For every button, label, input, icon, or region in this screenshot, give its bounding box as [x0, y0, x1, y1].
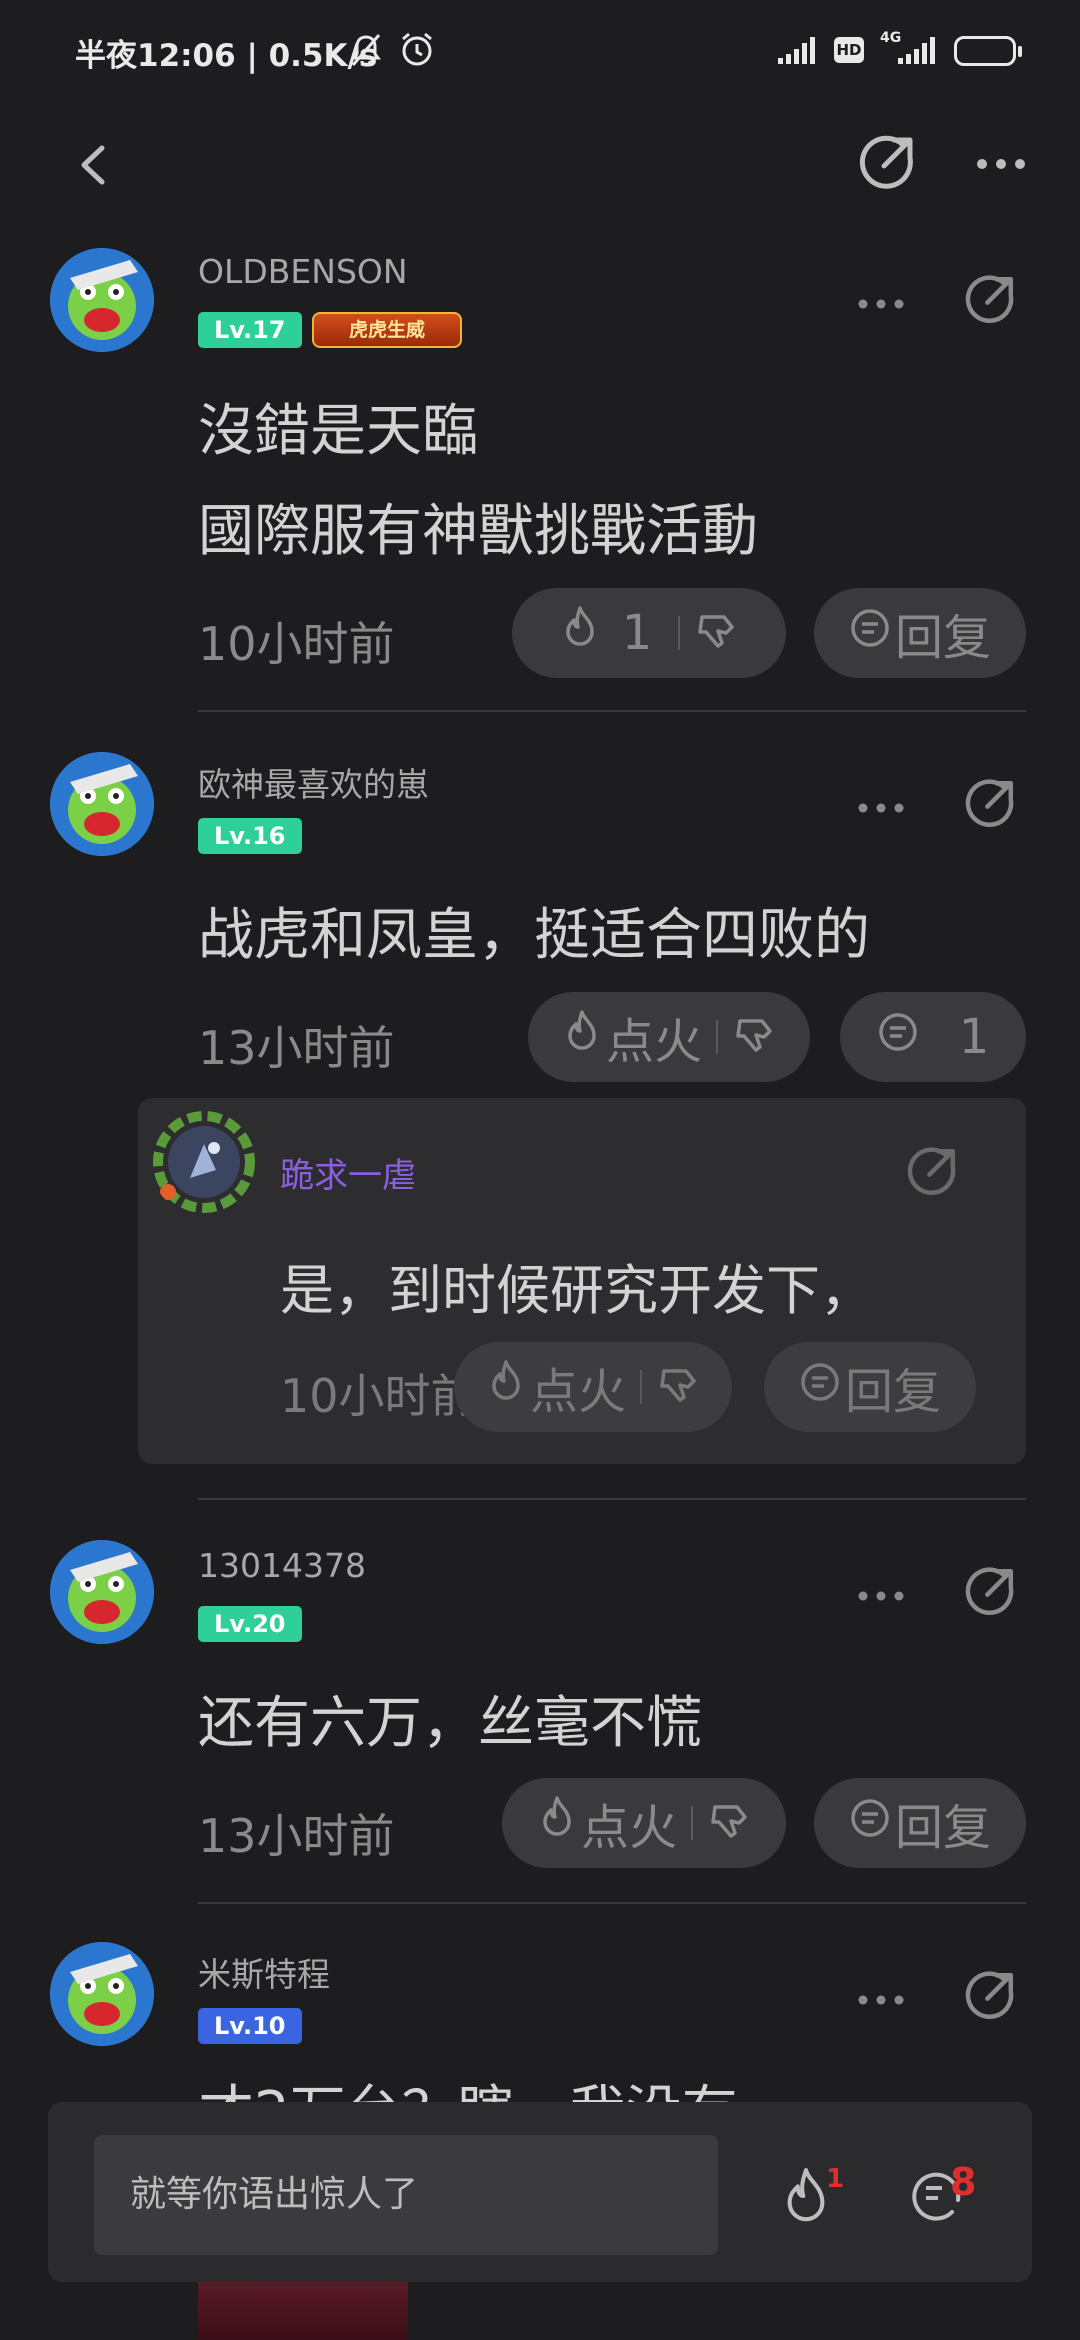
avatar[interactable] — [50, 248, 154, 352]
avatar[interactable] — [50, 1942, 154, 2046]
share-icon[interactable] — [964, 776, 1018, 834]
battery-percent: 85 — [973, 38, 997, 58]
hd-indicator: HD — [834, 37, 864, 63]
share-icon[interactable] — [964, 1968, 1018, 2026]
divider — [198, 1902, 1026, 1904]
alarm-icon — [398, 30, 436, 72]
comment-input[interactable]: 就等你语出惊人了 — [94, 2135, 718, 2255]
bell-muted-icon — [348, 32, 384, 72]
divider — [198, 710, 1026, 712]
fire-count: 1 — [621, 605, 653, 661]
flame-icon — [560, 605, 600, 661]
level-badge: Lv.16 — [198, 818, 302, 854]
reply-label: 回复 — [894, 1800, 991, 1856]
comment-bubble-icon — [799, 1359, 841, 1415]
flame-icon — [537, 1795, 577, 1851]
share-icon[interactable] — [906, 1144, 960, 1202]
more-dots-icon[interactable] — [976, 155, 1026, 174]
comment-text: 还有六万，丝毫不慌 — [198, 1691, 702, 1756]
reply-label: 回复 — [844, 1364, 941, 1420]
fire-button[interactable]: 1 — [512, 588, 786, 678]
nested-reply: 跪求一虐 是，到时候研究开发下， 10小时前 点火 回复 — [138, 1098, 1026, 1464]
fire-button[interactable]: 点火 — [528, 992, 810, 1082]
level-badge: Lv.10 — [198, 2008, 302, 2044]
reply-button[interactable]: 1 — [840, 992, 1026, 1082]
share-icon[interactable] — [964, 1564, 1018, 1622]
reply-button[interactable]: 回复 — [814, 1778, 1026, 1868]
reply-total-count: 8 — [950, 2160, 977, 2204]
avatar[interactable] — [150, 1108, 258, 1216]
thumbs-down-icon[interactable] — [732, 1009, 776, 1065]
thumbs-down-icon[interactable] — [694, 605, 738, 661]
fire-label: 点火 — [529, 1364, 626, 1420]
more-dots-icon[interactable] — [858, 294, 904, 313]
avatar[interactable] — [50, 752, 154, 856]
reply-button[interactable]: 回复 — [814, 588, 1026, 678]
top-nav-bar — [0, 100, 1080, 230]
comment-text: 战虎和凤皇，挺适合四败的 — [198, 903, 870, 968]
flame-icon — [562, 1009, 602, 1065]
reply-username[interactable]: 跪求一虐 — [280, 1148, 416, 1197]
comment-bubble-icon — [849, 605, 891, 661]
flame-icon — [486, 1359, 526, 1415]
comment-bubble-icon — [849, 1795, 891, 1851]
more-dots-icon[interactable] — [858, 1586, 904, 1605]
username[interactable]: 米斯特程 — [198, 1948, 330, 1996]
reply-text: 是，到时候研究开发下， — [280, 1259, 874, 1322]
fire-button[interactable]: 点火 — [454, 1342, 732, 1432]
thumbs-down-icon[interactable] — [656, 1359, 700, 1415]
comment-bubble-icon — [877, 1009, 919, 1065]
reply-time: 10小时前 — [280, 1369, 477, 1423]
comment-time: 13小时前 — [198, 1021, 395, 1075]
share-icon[interactable] — [858, 132, 918, 196]
fire-label: 点火 — [605, 1014, 702, 1070]
reply-count: 1 — [958, 1009, 990, 1065]
comment-time: 13小时前 — [198, 1809, 395, 1863]
signal-icon — [778, 34, 822, 68]
reply-label: 回复 — [894, 610, 991, 666]
username[interactable]: 13014378 — [198, 1546, 366, 1585]
username[interactable]: OLDBENSON — [198, 252, 408, 291]
level-badge: Lv.20 — [198, 1606, 302, 1642]
title-badge: 虎虎生威 — [312, 312, 462, 348]
fire-label: 点火 — [580, 1800, 677, 1856]
avatar[interactable] — [50, 1540, 154, 1644]
reply-button[interactable]: 回复 — [764, 1342, 976, 1432]
comment-input-bar: 就等你语出惊人了 1 8 — [48, 2102, 1032, 2282]
signal-4g-icon — [898, 34, 942, 68]
more-dots-icon[interactable] — [858, 798, 904, 817]
battery-icon: 85 — [954, 36, 1022, 66]
fire-button[interactable]: 点火 — [502, 1778, 786, 1868]
thumbs-down-icon[interactable] — [707, 1795, 751, 1851]
share-icon[interactable] — [964, 272, 1018, 330]
status-time: 半夜12:06 | 0.5K/s — [75, 38, 378, 74]
username[interactable]: 欧神最喜欢的崽 — [198, 758, 429, 806]
comment-time: 10小时前 — [198, 617, 395, 671]
more-dots-icon[interactable] — [858, 1990, 904, 2009]
comment-image[interactable] — [198, 2282, 408, 2340]
divider — [198, 1498, 1026, 1500]
comment-text: 沒錯是天臨 — [198, 399, 478, 464]
status-bar: 半夜12:06 | 0.5K/s HD 4G 85 — [0, 0, 1080, 100]
comment-text: 國際服有神獸挑戰活動 — [198, 499, 758, 564]
fire-total-count: 1 — [826, 2164, 845, 2194]
level-badge: Lv.17 — [198, 312, 302, 348]
back-chevron-icon[interactable] — [70, 140, 120, 194]
